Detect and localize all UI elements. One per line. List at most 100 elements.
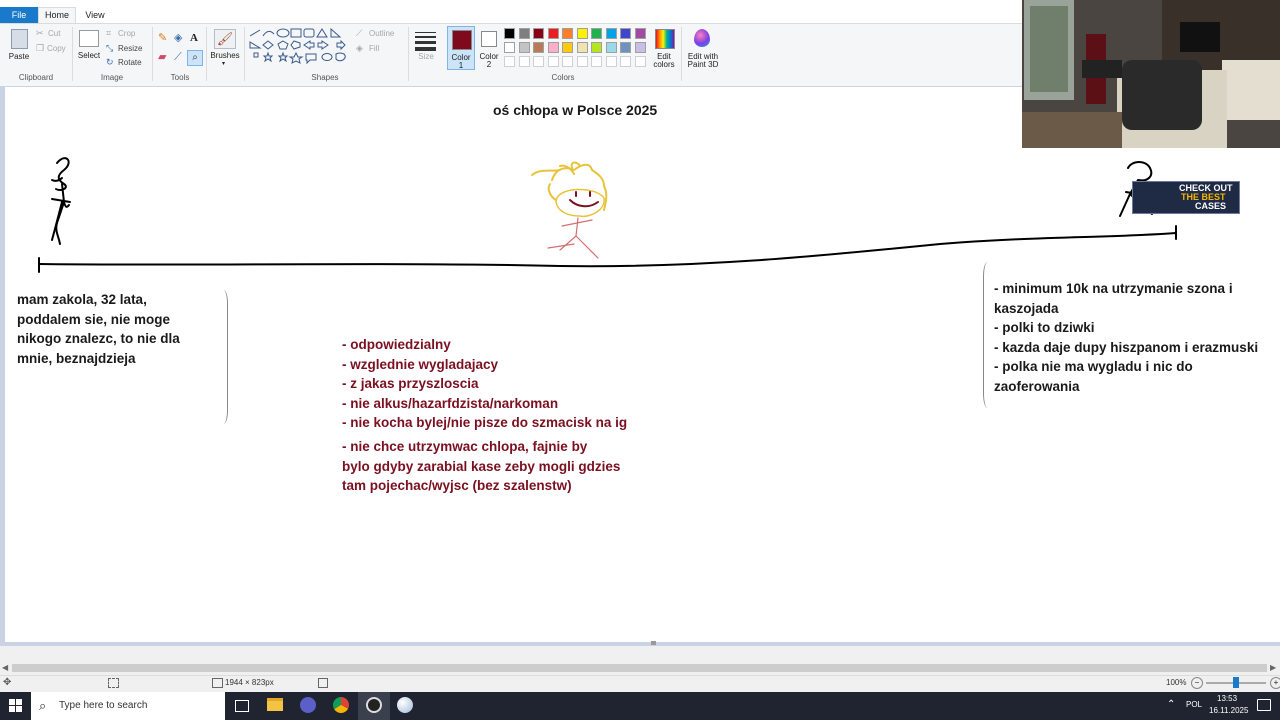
shapes-gallery[interactable] <box>248 27 352 68</box>
fill-bucket-icon[interactable]: ◈ <box>174 33 182 44</box>
palette-swatch[interactable] <box>518 42 530 53</box>
palette-swatch[interactable] <box>634 42 646 53</box>
zoom-in-button[interactable]: + <box>1270 677 1280 689</box>
middle-figure-body <box>547 217 599 259</box>
chevron-up-icon[interactable]: ⌃ <box>1167 699 1175 710</box>
tab-home[interactable]: Home <box>38 7 76 23</box>
color-palette <box>504 28 654 70</box>
resize-handle[interactable] <box>651 641 656 645</box>
notifications-icon[interactable] <box>1257 699 1271 711</box>
chrome-icon[interactable] <box>333 697 349 713</box>
size-button[interactable]: Size <box>412 28 440 68</box>
outline-button[interactable]: ⟋ Outline <box>356 28 406 39</box>
color2-button[interactable]: Color 2 <box>476 26 502 70</box>
search-placeholder: Type here to search <box>59 700 148 711</box>
palette-swatch[interactable] <box>634 28 646 39</box>
keyboard-language[interactable]: POL <box>1186 700 1202 709</box>
color-picker-icon[interactable]: ⟋ <box>174 52 182 63</box>
palette-swatch[interactable] <box>547 56 559 67</box>
middle-note2-line: - nie chce utrzymwac chlopa, fajnie by <box>342 439 588 454</box>
resize-button[interactable]: ⤡ Resize <box>106 43 146 54</box>
selection-size-icon <box>108 678 119 688</box>
palette-swatch[interactable] <box>547 42 559 53</box>
select-icon <box>79 30 99 47</box>
divider <box>152 27 153 81</box>
palette-swatch[interactable] <box>518 28 530 39</box>
palette-swatch[interactable] <box>620 28 631 39</box>
tab-file[interactable]: File <box>0 7 38 23</box>
tab-view[interactable]: View <box>80 7 110 23</box>
middle-note2-line: tam pojechac/wyjsc (bez szalenstw) <box>342 478 572 493</box>
zoom-slider-thumb[interactable] <box>1233 677 1239 688</box>
brushes-button[interactable]: 🖌 Brushes ▾ <box>210 27 240 69</box>
left-note: mam zakola, 32 lata, poddalem sie, nie m… <box>17 290 180 368</box>
app-icon[interactable] <box>300 697 316 713</box>
right-bracket <box>983 262 992 408</box>
palette-swatch[interactable] <box>533 56 544 67</box>
palette-swatch[interactable] <box>591 28 602 39</box>
palette-swatch[interactable] <box>562 28 573 39</box>
line-size-icon <box>415 32 436 51</box>
scrollbar-thumb[interactable] <box>12 664 1267 672</box>
palette-swatch[interactable] <box>533 28 544 39</box>
taskbar-search-box[interactable]: ⌕ Type here to search <box>31 692 225 720</box>
scroll-left-icon[interactable]: ◀ <box>2 663 8 672</box>
palette-swatch[interactable] <box>504 56 515 67</box>
clock-date[interactable]: 16.11.2025 <box>1209 706 1248 715</box>
middle-note-line: - odpowiedzialny <box>342 337 451 352</box>
copy-icon: ❐ <box>36 43 45 53</box>
brush-icon: 🖌 <box>214 29 236 49</box>
ad-banner[interactable]: CHECK OUT THE BEST CASES <box>1132 181 1240 214</box>
palette-swatch[interactable] <box>591 42 602 53</box>
edit-with-paint3d-button[interactable]: Edit with Paint 3D <box>684 27 722 71</box>
paint3d-icon <box>694 29 710 47</box>
clock-time[interactable]: 13:53 <box>1217 694 1237 703</box>
magnifier-icon[interactable]: ⌕ <box>187 50 203 66</box>
palette-swatch[interactable] <box>634 56 646 67</box>
palette-swatch[interactable] <box>620 56 631 67</box>
palette-swatch[interactable] <box>504 42 515 53</box>
paint-icon[interactable] <box>397 697 413 713</box>
middle-note-2: - nie chce utrzymwac chlopa, fajnie by b… <box>342 437 620 496</box>
left-note-line: mnie, beznajdzieja <box>17 350 136 366</box>
palette-swatch[interactable] <box>605 28 617 39</box>
palette-swatch[interactable] <box>591 56 602 67</box>
cut-button[interactable]: ✂ Cut <box>36 28 66 39</box>
windows-start-icon[interactable] <box>9 699 23 713</box>
pencil-icon[interactable]: ✎ <box>158 33 167 44</box>
text-icon[interactable]: A <box>190 33 198 44</box>
color1-button[interactable]: Color 1 <box>447 26 475 70</box>
palette-swatch[interactable] <box>576 56 588 67</box>
obs-icon[interactable] <box>366 697 382 713</box>
crop-button[interactable]: ⌗ Crop <box>106 28 140 39</box>
palette-swatch[interactable] <box>576 42 588 53</box>
palette-swatch[interactable] <box>518 56 530 67</box>
canvas-heading: oś chłopa w Polsce 2025 <box>493 102 658 118</box>
palette-swatch[interactable] <box>562 56 573 67</box>
file-explorer-icon[interactable] <box>267 698 283 711</box>
palette-swatch[interactable] <box>620 42 631 53</box>
palette-swatch[interactable] <box>504 28 515 39</box>
palette-swatch[interactable] <box>576 28 588 39</box>
paste-button[interactable]: Paste <box>6 27 32 65</box>
resize-label: Resize <box>118 44 143 53</box>
zoom-level: 100% <box>1166 678 1187 687</box>
palette-swatch[interactable] <box>533 42 544 53</box>
copy-button[interactable]: ❐ Copy <box>36 43 68 54</box>
left-stick-figure <box>51 157 71 245</box>
fill-button[interactable]: ◈ Fill <box>356 43 396 54</box>
palette-swatch[interactable] <box>605 42 617 53</box>
select-button[interactable]: Select <box>76 27 102 67</box>
rotate-button[interactable]: ↻ Rotate <box>106 57 150 68</box>
shapes-icons <box>249 27 346 65</box>
task-view-icon[interactable] <box>235 700 249 712</box>
image-size-icon <box>212 678 223 688</box>
scroll-right-icon[interactable]: ▶ <box>1270 663 1276 672</box>
edit-colors-button[interactable]: Edit colors <box>652 27 678 71</box>
palette-swatch[interactable] <box>562 42 573 53</box>
zoom-out-button[interactable]: − <box>1191 677 1203 689</box>
eraser-icon[interactable]: ▰ <box>158 52 166 63</box>
palette-swatch[interactable] <box>547 28 559 39</box>
middle-figure-eyes <box>569 191 599 208</box>
palette-swatch[interactable] <box>605 56 617 67</box>
